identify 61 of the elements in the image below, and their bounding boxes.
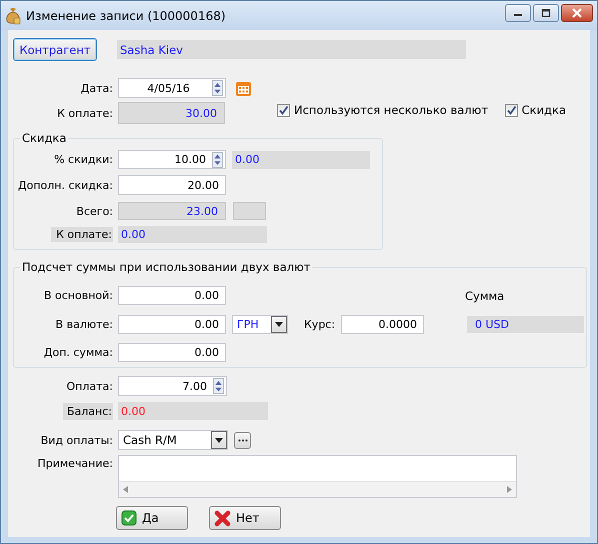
discount-due-label: К оплате: — [51, 227, 113, 242]
yes-button[interactable]: Да — [116, 506, 188, 530]
sum-label: Сумма — [465, 288, 504, 302]
group-title: Подсчет суммы при использовании двух валют — [20, 260, 312, 274]
option-checkbox[interactable]: Скидка — [504, 103, 566, 117]
extra-discount-label: Дополн. скидка: — [17, 178, 113, 192]
more-button[interactable] — [234, 432, 251, 448]
currency-dropdown[interactable]: ГРН — [232, 315, 288, 334]
currency-amount-field[interactable]: 0.00 — [118, 315, 226, 334]
balance-label: Баланс: — [62, 402, 113, 420]
currency-amount-label: В валюте: — [54, 318, 113, 331]
base-amount-field[interactable]: 0.00 — [118, 286, 226, 305]
spin-arrows-icon — [213, 378, 224, 394]
scroll-right-icon[interactable] — [507, 486, 512, 493]
spin-arrows-icon — [212, 152, 223, 168]
amount-due-label: К оплате: — [56, 106, 113, 120]
note-label: Примечание: — [36, 457, 113, 470]
option-checkbox[interactable]: Используются несколько валют — [277, 103, 488, 117]
sum-value: 0 USD — [467, 316, 584, 333]
date-field[interactable]: 4/05/16 — [118, 78, 226, 98]
rate-field[interactable]: 0.0000 — [341, 315, 424, 334]
maximize-button[interactable] — [533, 4, 559, 22]
discount-amount-value: 0.00 — [232, 150, 370, 168]
payment-type-label: Вид оплаты: — [40, 434, 113, 446]
payment-type-dropdown[interactable]: Cash R/M — [118, 430, 228, 450]
no-button[interactable]: Нет — [209, 506, 281, 530]
note-field[interactable] — [118, 455, 517, 498]
extra-amount-label: Доп. сумма: — [42, 346, 113, 359]
window-title: Изменение записи (100000168) — [26, 8, 226, 22]
group-title: Скидка — [20, 131, 68, 145]
ellipsis-icon — [238, 438, 248, 442]
empty-readout — [233, 202, 266, 220]
extra-amount-field[interactable]: 0.00 — [118, 343, 226, 362]
close-icon — [571, 8, 583, 18]
check-icon — [278, 104, 289, 116]
horizontal-scrollbar[interactable] — [119, 481, 516, 497]
check-icon — [506, 104, 517, 116]
money-bag-icon — [5, 6, 21, 24]
total-value: 23.00 — [118, 202, 226, 220]
payment-field[interactable]: 7.00 — [118, 376, 227, 396]
cross-icon — [214, 510, 231, 526]
minimize-button[interactable] — [505, 4, 531, 22]
discount-due-value: 0.00 — [118, 226, 267, 243]
date-label: Дата: — [80, 82, 113, 94]
scroll-left-icon[interactable] — [123, 486, 128, 493]
payment-label: Оплата: — [66, 380, 113, 392]
extra-discount-field[interactable]: 20.00 — [118, 175, 226, 195]
check-icon — [121, 510, 137, 526]
counterparty-name: Sasha Kiev — [117, 40, 466, 59]
balance-value: 0.00 — [118, 402, 268, 420]
counterparty-button[interactable]: Контрагент — [13, 38, 97, 61]
rate-label: Курс: — [304, 318, 336, 331]
base-amount-label: В основной: — [42, 289, 113, 302]
close-button[interactable] — [561, 4, 593, 22]
total-label: Всего: — [75, 204, 113, 218]
calendar-icon[interactable] — [235, 80, 252, 96]
discount-percent-label: % скидки: — [53, 153, 113, 166]
maximize-icon — [541, 8, 551, 16]
amount-due-value: 30.00 — [118, 102, 225, 124]
discount-percent-field[interactable]: 10.00 — [118, 150, 226, 169]
spin-arrows-icon — [212, 80, 223, 96]
